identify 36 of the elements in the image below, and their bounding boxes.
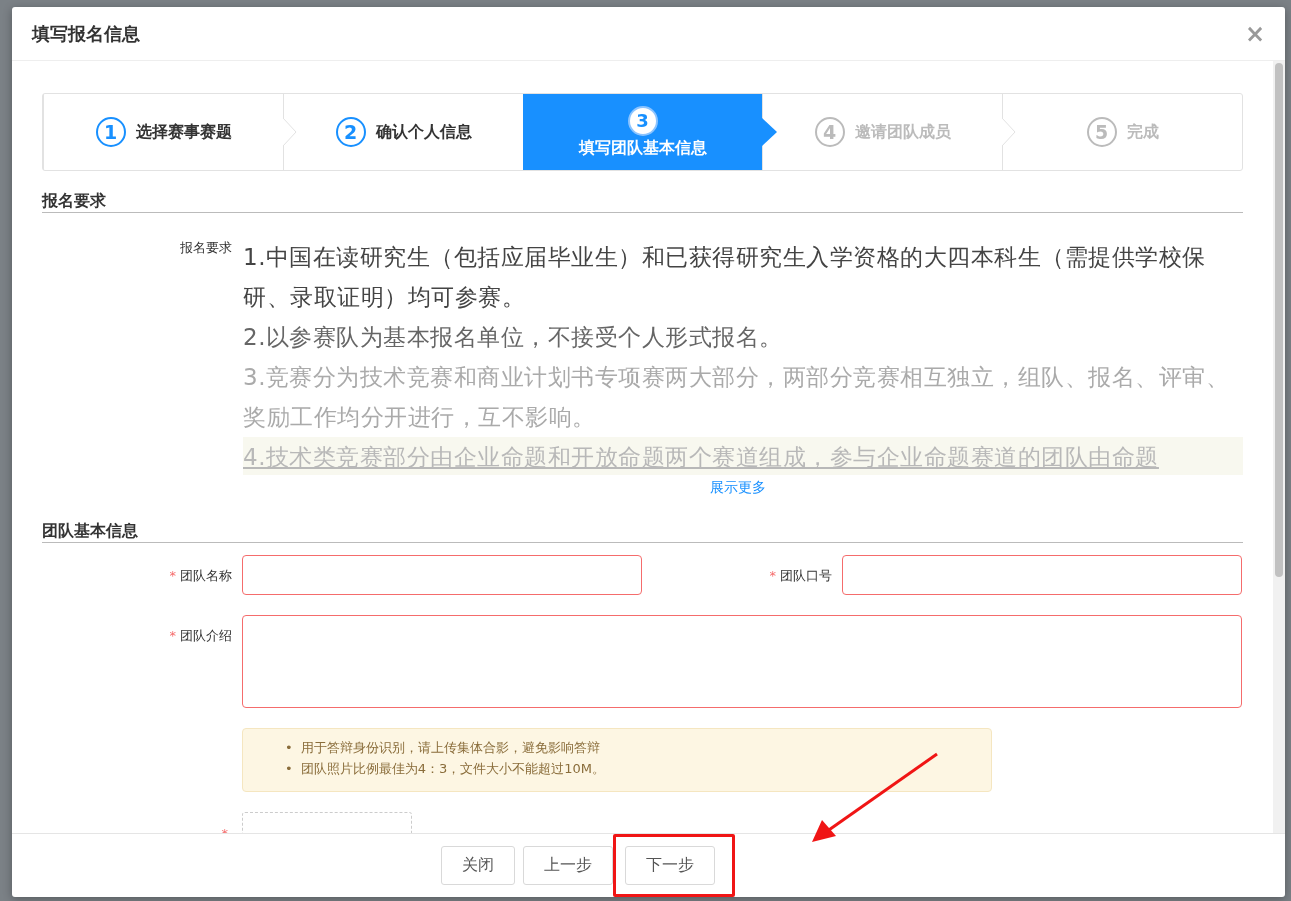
scrollbar-thumb[interactable] xyxy=(1275,63,1283,577)
requirement-paragraph: 3.竞赛分为技术竞赛和商业计划书专项赛两大部分，两部分竞赛相互独立，组队、报名、评审、奖励工作均分开进行，互不影响。 xyxy=(243,363,1231,432)
section-heading: 报名要求 xyxy=(42,191,1243,213)
step-number: 2 xyxy=(335,117,366,147)
step-label: 确认个人信息 xyxy=(375,121,472,143)
required-mark: * xyxy=(769,568,776,583)
step-number: 4 xyxy=(814,117,845,147)
step-number: 1 xyxy=(95,117,126,147)
requirement-paragraph: 2.以参赛队为基本报名单位，不接受个人形式报名。 xyxy=(243,323,784,352)
bullet: • xyxy=(285,739,293,757)
scrollbar[interactable] xyxy=(1273,61,1285,833)
footer-button[interactable]: 下一步 xyxy=(624,846,715,885)
dialog-title: 填写报名信息 xyxy=(32,21,140,46)
step-number: 3 xyxy=(627,105,658,136)
step-label: 选择赛事赛题 xyxy=(135,121,232,143)
step-label: 邀请团队成员 xyxy=(854,121,951,143)
section-heading: 团队基本信息 xyxy=(42,521,1243,543)
requirement-paragraph: 1.中国在读研究生（包括应届毕业生）和已获得研究生入学资格的大四本科生（需提供学校保研、录取证明）均可参赛。 xyxy=(243,243,1207,312)
field-label: 团队口号 xyxy=(780,568,832,583)
field-label: 报名要求 xyxy=(179,239,232,257)
requirement-paragraph: 4.技术类竞赛部分由企业命题和开放命题两个赛道组成，参与企业命题赛道的团队由命题 xyxy=(243,437,1243,475)
input-field[interactable] xyxy=(842,555,1242,595)
step-label: 完成 xyxy=(1126,121,1159,143)
required-mark: * xyxy=(169,568,176,583)
input-field[interactable] xyxy=(242,555,642,595)
notice-item: 用于答辩身份识别，请上传集体合影，避免影响答辩 xyxy=(300,739,600,757)
text-area[interactable] xyxy=(242,615,1242,708)
step-label: 填写团队基本信息 xyxy=(578,137,707,159)
bullet: • xyxy=(285,760,293,778)
required-mark: * xyxy=(169,628,176,643)
notice-item: 团队照片比例最佳为4：3，文件大小不能超过10M。 xyxy=(300,760,605,778)
field-label: 团队名称 xyxy=(180,568,232,583)
field-label: 团队介绍 xyxy=(180,628,232,643)
footer-button[interactable]: 上一步 xyxy=(522,846,613,885)
footer-button[interactable]: 关闭 xyxy=(440,846,515,885)
step-number: 5 xyxy=(1086,117,1117,147)
